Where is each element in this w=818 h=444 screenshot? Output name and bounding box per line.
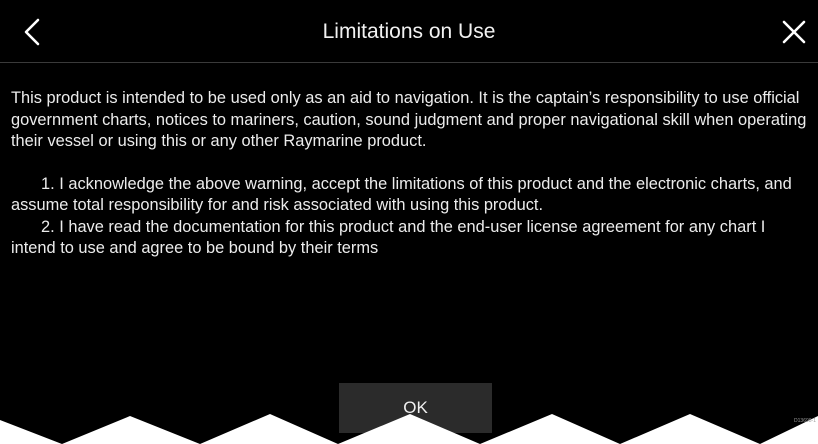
limitations-dialog: Limitations on Use This product is inten… <box>0 0 818 444</box>
acknowledgement-item-1: 1. I acknowledge the above warning, acce… <box>11 174 792 215</box>
figure-code: D13698-1 <box>794 418 816 424</box>
dialog-body: This product is intended to be used only… <box>11 88 810 260</box>
acknowledgement-item-2: 2. I have read the documentation for thi… <box>11 217 766 258</box>
dialog-title: Limitations on Use <box>322 20 496 43</box>
close-icon <box>782 20 806 44</box>
intro-paragraph: This product is intended to be used only… <box>11 89 807 150</box>
close-button[interactable] <box>776 14 812 50</box>
dialog-header: Limitations on Use <box>0 0 818 63</box>
torn-edge <box>0 414 818 444</box>
